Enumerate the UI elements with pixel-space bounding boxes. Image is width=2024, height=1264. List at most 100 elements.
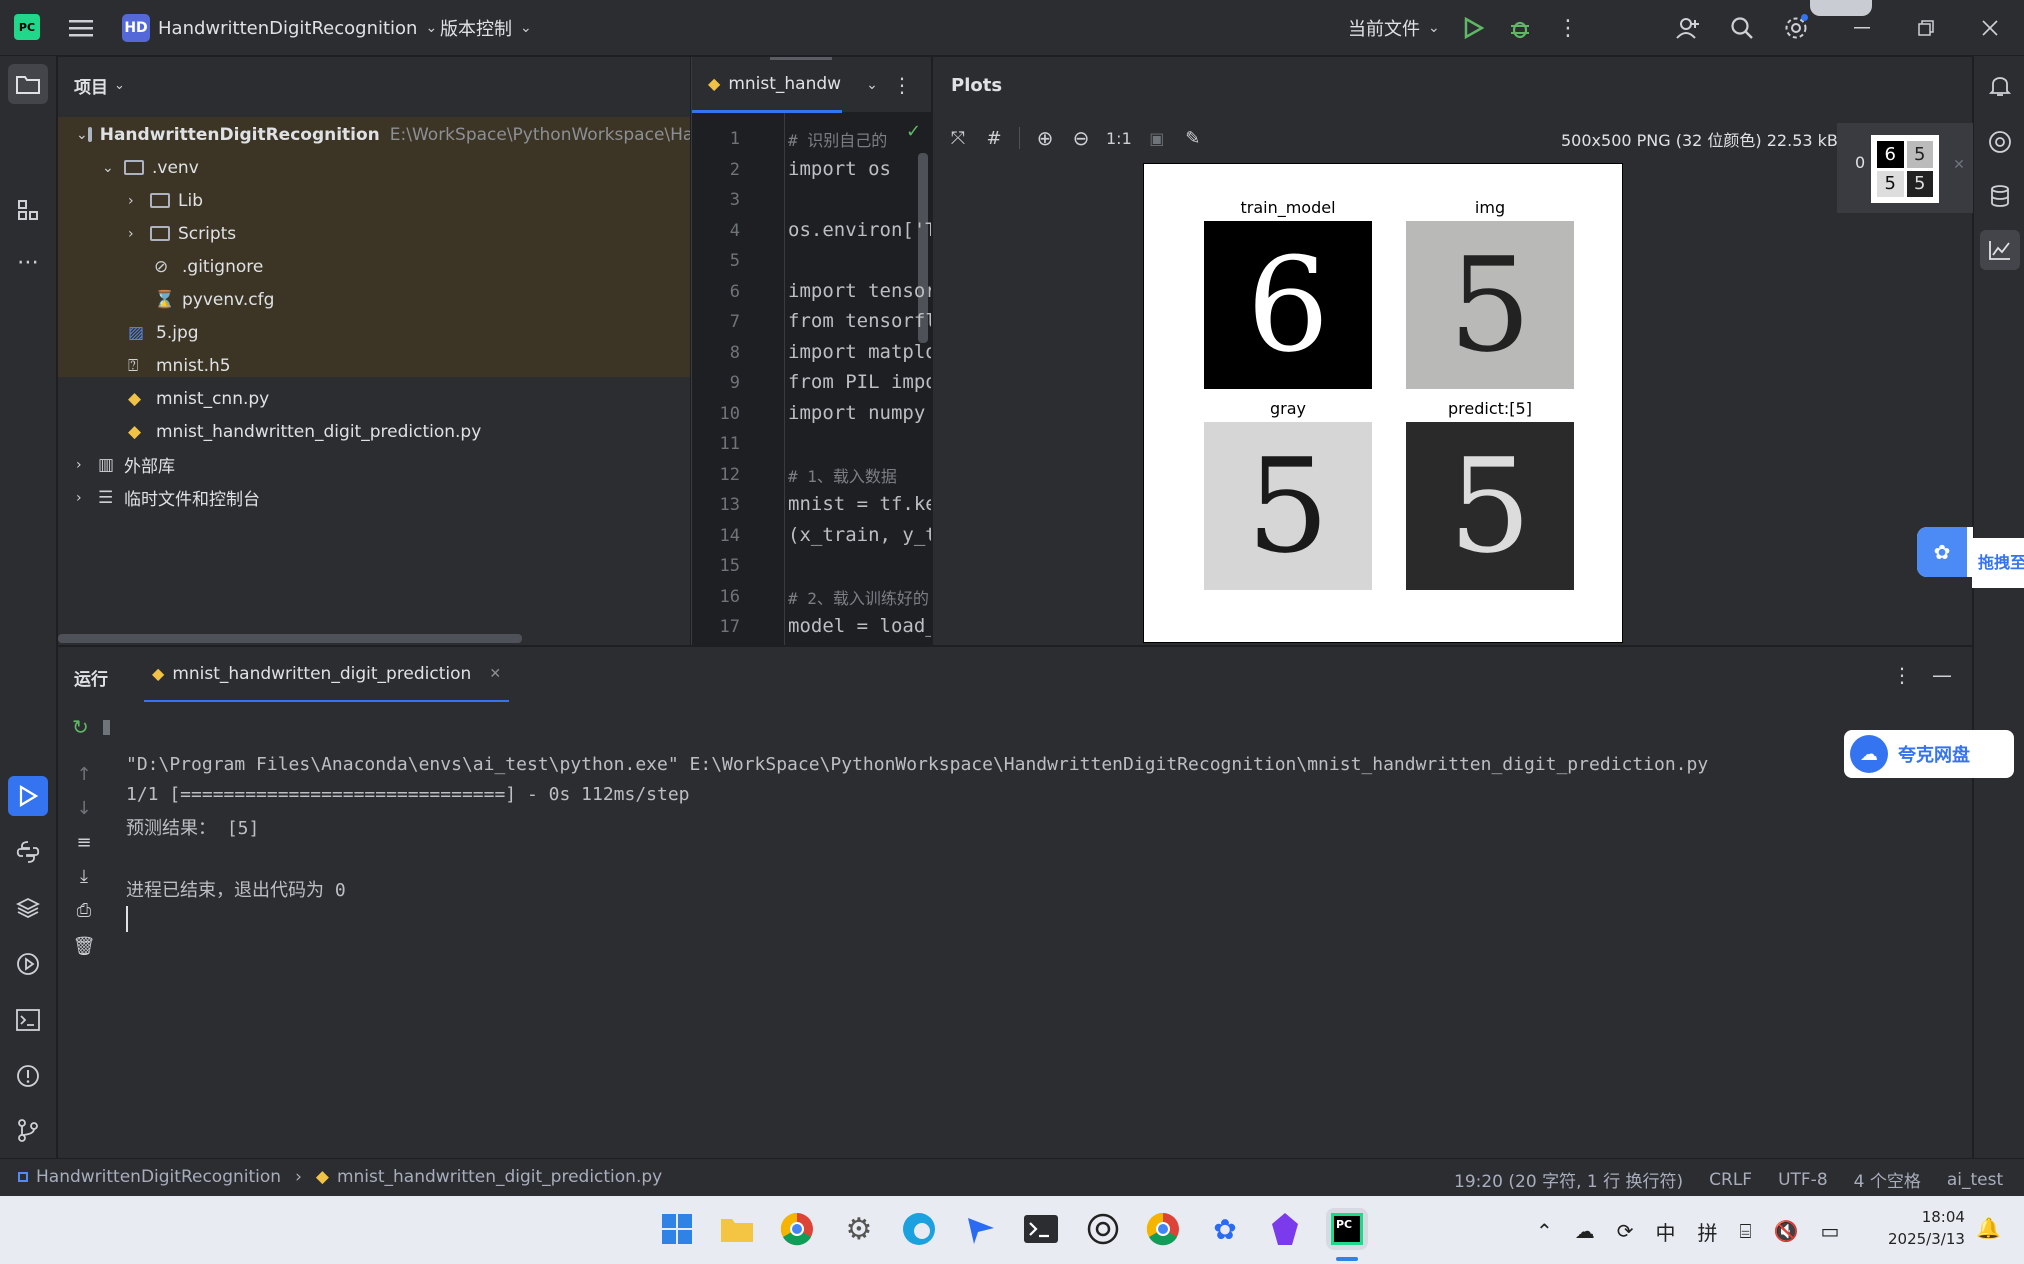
project-panel-header[interactable]: 项目 ⌄: [74, 73, 125, 98]
run-icon[interactable]: [1460, 14, 1488, 42]
tree-item-5jpg[interactable]: ▨ 5.jpg: [128, 316, 199, 349]
ai-assistant-icon[interactable]: [1980, 122, 2020, 162]
tree-item-mnist-h5[interactable]: ⍰ mnist.h5: [128, 349, 231, 382]
code-line[interactable]: import numpy: [788, 402, 925, 424]
breadcrumb-project[interactable]: HandwrittenDigitRecognition: [36, 1167, 281, 1187]
sync-status-icon[interactable]: ⟳: [1617, 1219, 1634, 1243]
chevron-down-icon[interactable]: ⌄: [860, 73, 884, 97]
plot-thumbnail[interactable]: 6 5 5 5: [1871, 135, 1939, 203]
zoom-out-icon[interactable]: ⊖: [1070, 126, 1092, 150]
notification-bell-icon[interactable]: 🔔: [1976, 1216, 2001, 1240]
rerun-icon[interactable]: ↻: [72, 715, 89, 739]
volume-muted-icon[interactable]: 🔇: [1774, 1219, 1799, 1243]
services-icon[interactable]: [8, 944, 48, 984]
problems-icon[interactable]: [8, 1056, 48, 1096]
minimize-icon[interactable]: [1848, 14, 1876, 42]
tree-item-pyvenv[interactable]: ⌛ pyvenv.cfg: [154, 283, 274, 316]
background-icon[interactable]: ▣: [1146, 129, 1168, 148]
scroll-up-icon[interactable]: ↑: [72, 762, 96, 786]
close-window-icon[interactable]: [1976, 14, 2004, 42]
settings-app-icon[interactable]: ⚙: [838, 1208, 880, 1250]
code-line[interactable]: import os: [788, 158, 891, 180]
tray-overflow-icon[interactable]: ⌃: [1536, 1219, 1553, 1243]
pycharm-logo-icon[interactable]: PC: [14, 14, 40, 40]
debug-icon[interactable]: [1506, 14, 1534, 42]
ime-mode[interactable]: 中: [1656, 1217, 1676, 1246]
scroll-down-icon[interactable]: ↓: [72, 796, 96, 820]
caret-position[interactable]: 19:20 (20 字符, 1 行 换行符): [1454, 1167, 1683, 1192]
restore-icon[interactable]: [1912, 14, 1940, 42]
clock[interactable]: 18:04 2025/3/13: [1888, 1206, 1965, 1250]
git-branch-icon[interactable]: [8, 1110, 48, 1150]
tree-item-mnist-cnn[interactable]: ◆ mnist_cnn.py: [128, 382, 269, 415]
tree-item-scratches[interactable]: › ☰ 临时文件和控制台: [76, 481, 260, 514]
battery-icon[interactable]: ▭: [1820, 1219, 1839, 1243]
indent-setting[interactable]: 4 个空格: [1854, 1167, 1921, 1192]
pycharm-taskbar-icon[interactable]: PC: [1326, 1208, 1368, 1250]
color-picker-icon[interactable]: ✎: [1182, 128, 1204, 149]
drag-to-widget[interactable]: ✿: [1917, 527, 1973, 577]
horizontal-scrollbar[interactable]: [58, 634, 522, 643]
cloud-sync-icon[interactable]: ☁: [1575, 1219, 1595, 1243]
tree-item-gitignore[interactable]: ⊘ .gitignore: [154, 250, 263, 283]
code-line[interactable]: os.environ['T: [788, 219, 931, 241]
structure-icon[interactable]: [8, 190, 48, 230]
baidu-netdisk-icon[interactable]: ✿: [1204, 1208, 1246, 1250]
line-separator[interactable]: CRLF: [1709, 1170, 1752, 1190]
run-tab-title[interactable]: 运行: [74, 665, 108, 690]
start-windows-icon[interactable]: [656, 1208, 698, 1250]
editor-tab[interactable]: ◆ mnist_handw: [692, 57, 842, 113]
breadcrumb-file[interactable]: mnist_handwritten_digit_prediction.py: [337, 1167, 662, 1187]
project-tool-icon[interactable]: [8, 64, 48, 104]
soft-wrap-icon[interactable]: ≡: [72, 830, 96, 854]
search-icon[interactable]: [1728, 14, 1756, 42]
code-line[interactable]: # 识别自己的: [788, 127, 887, 151]
quark-drive-widget[interactable]: ☁ 夸克网盘: [1844, 730, 2014, 778]
code-line[interactable]: # 2、载入训练好的: [788, 585, 929, 609]
ime-pinyin[interactable]: 拼: [1698, 1217, 1718, 1246]
tree-item-lib[interactable]: › Lib: [128, 184, 203, 217]
vcs-menu[interactable]: 版本控制 ⌄: [440, 13, 532, 43]
project-switcher[interactable]: HD HandwrittenDigitRecognition ⌄: [122, 13, 437, 43]
main-menu-icon[interactable]: [68, 16, 94, 40]
tree-item-external-libs[interactable]: › ▥ 外部库: [76, 448, 175, 481]
database-icon[interactable]: [1980, 176, 2020, 216]
panel-options-icon[interactable]: ⋮: [1892, 663, 1912, 687]
close-thumbnail-icon[interactable]: ✕: [1951, 157, 1967, 173]
actual-size-button[interactable]: 1:1: [1106, 129, 1132, 148]
code-line[interactable]: (x_train, y_t: [788, 524, 931, 546]
file-encoding[interactable]: UTF-8: [1778, 1170, 1828, 1190]
tree-item-scripts[interactable]: › Scripts: [128, 217, 236, 250]
code-line[interactable]: model = load_: [788, 615, 931, 637]
more-actions-icon[interactable]: ⋮: [1556, 14, 1580, 42]
obsidian-icon[interactable]: [1264, 1208, 1306, 1250]
notifications-bell-icon[interactable]: [1980, 66, 2020, 106]
file-explorer-icon[interactable]: [716, 1208, 758, 1250]
zoom-in-icon[interactable]: ⊕: [1034, 126, 1056, 150]
add-user-icon[interactable]: [1674, 14, 1702, 42]
close-tab-icon[interactable]: ✕: [489, 666, 501, 682]
python-console-icon[interactable]: [8, 832, 48, 872]
run-config-selector[interactable]: 当前文件 ⌄: [1348, 13, 1440, 43]
clear-trash-icon[interactable]: 🗑: [72, 934, 96, 958]
hide-panel-icon[interactable]: —: [1930, 663, 1954, 687]
terminal-icon[interactable]: [8, 1000, 48, 1040]
tab-more-icon[interactable]: ⋮: [892, 73, 912, 97]
feishu-icon[interactable]: [960, 1208, 1002, 1250]
edge-icon[interactable]: [898, 1208, 940, 1250]
code-line[interactable]: import matplo: [788, 341, 931, 363]
terminal-app-icon[interactable]: [1020, 1208, 1062, 1250]
more-tools-icon[interactable]: ⋯: [8, 242, 48, 282]
fit-zoom-icon[interactable]: ⤧: [947, 128, 969, 149]
scroll-to-end-icon[interactable]: ⤓: [72, 864, 96, 888]
code-line[interactable]: mnist = tf.ke: [788, 493, 931, 515]
run-tool-icon[interactable]: [8, 776, 48, 816]
code-line[interactable]: from PIL impo: [788, 371, 931, 393]
code-line[interactable]: from tensorfl: [788, 310, 931, 332]
interpreter[interactable]: ai_test: [1947, 1170, 2003, 1190]
ai-app-icon[interactable]: [1082, 1208, 1124, 1250]
code-line[interactable]: import tensor: [788, 280, 931, 302]
tree-item-venv[interactable]: ⌄ .venv: [102, 151, 199, 184]
sciview-plots-icon[interactable]: [1980, 230, 2020, 270]
run-config-tab[interactable]: ◆ mnist_handwritten_digit_prediction ✕: [144, 647, 510, 703]
